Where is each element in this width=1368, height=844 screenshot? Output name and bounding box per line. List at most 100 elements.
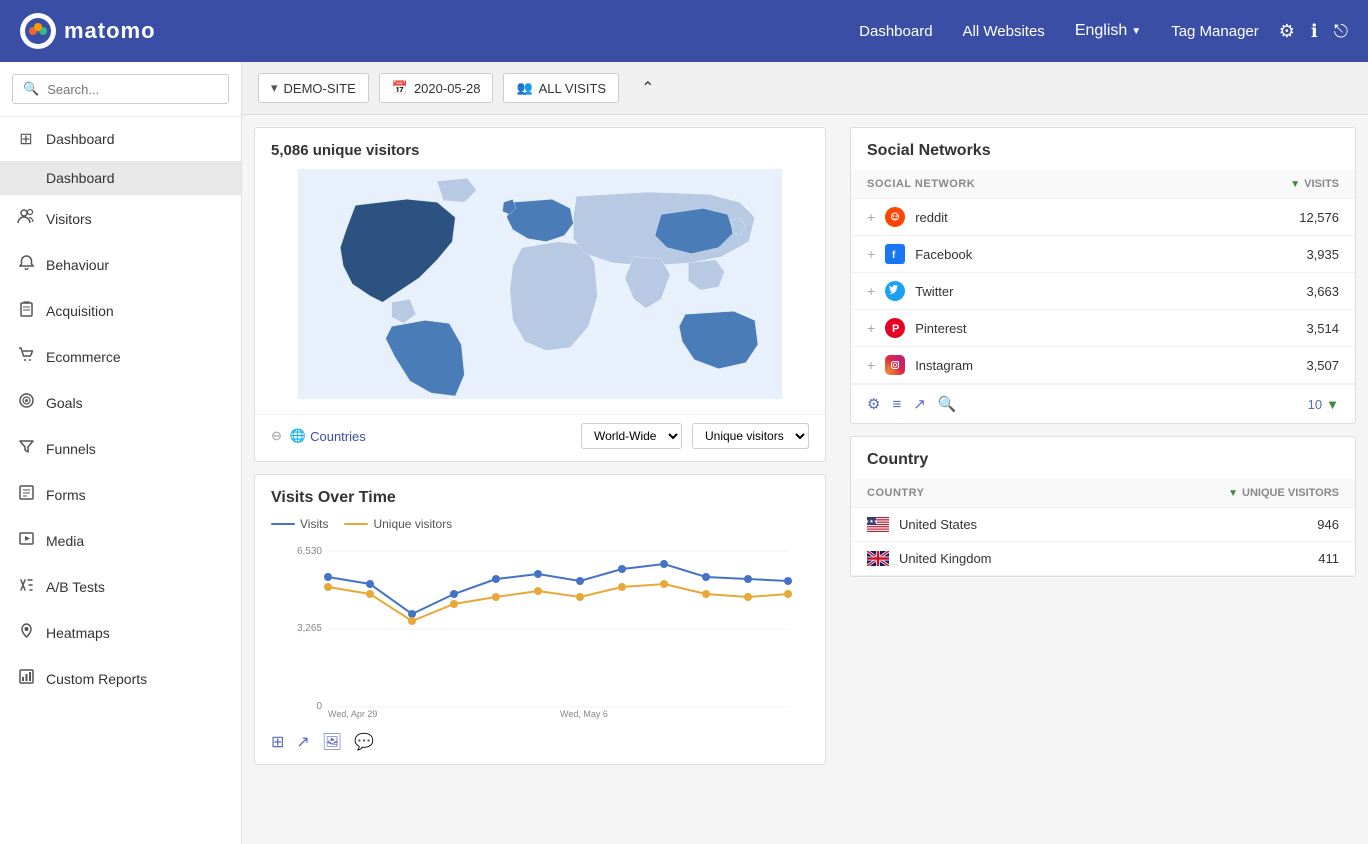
date-selector[interactable]: 📅 2020-05-28 [379, 73, 494, 103]
pinterest-icon: P [885, 318, 905, 338]
custom-reports-icon [16, 668, 36, 690]
metric-selector[interactable]: Unique visitors [692, 423, 809, 449]
settings-icon[interactable]: ⚙ [1279, 21, 1295, 42]
sidebar: 🔍 ⊞ Dashboard Dashboard [0, 62, 242, 844]
nav-tag-manager[interactable]: Tag Manager [1171, 23, 1259, 40]
people-icon: 👥 [516, 80, 532, 96]
svg-text:6,530: 6,530 [297, 546, 322, 557]
country-row-uk: United Kingdom 411 [851, 542, 1355, 576]
export-icon-social[interactable]: ↗ [913, 395, 926, 413]
collapse-button[interactable]: ⌃ [629, 72, 666, 104]
sidebar-nav: ⊞ Dashboard Dashboard Visitors [0, 117, 241, 844]
sidebar-item-dashboard-sub[interactable]: Dashboard [0, 161, 241, 195]
dashboard-content: 5,086 unique visitors [242, 115, 1368, 844]
sidebar-item-acquisition[interactable]: Acquisition [0, 288, 241, 334]
col-country: COUNTRY [867, 487, 924, 499]
table-view-icon[interactable]: ≡ [892, 396, 901, 413]
bell-icon [16, 254, 36, 276]
sidebar-item-custom-reports[interactable]: Custom Reports [0, 656, 241, 702]
gear-icon-social[interactable]: ⚙ [867, 395, 880, 413]
social-networks-title: Social Networks [851, 128, 1355, 170]
social-row-instagram: + [851, 347, 1355, 384]
target-icon [16, 392, 36, 414]
sidebar-item-visitors[interactable]: Visitors [0, 195, 241, 242]
chart-legend: Visits Unique visitors [271, 517, 809, 531]
image-icon[interactable]: 🖼 [322, 732, 342, 752]
segment-selector[interactable]: 👥 ALL VISITS [503, 73, 619, 103]
social-table-header: SOCIAL NETWORK ▼ VISITS [851, 170, 1355, 199]
country-card: Country COUNTRY ▼ UNIQUE VISITORS [850, 436, 1356, 577]
sidebar-item-dashboard[interactable]: ⊞ Dashboard [0, 117, 241, 161]
sidebar-item-heatmaps[interactable]: Heatmaps [0, 610, 241, 656]
scope-selector[interactable]: World-Wide [581, 423, 682, 449]
col-network: SOCIAL NETWORK [867, 178, 975, 190]
sidebar-item-behaviour[interactable]: Behaviour [0, 242, 241, 288]
sidebar-item-media[interactable]: Media [0, 518, 241, 564]
sidebar-item-funnels[interactable]: Funnels [0, 426, 241, 472]
left-column: 5,086 unique visitors [242, 115, 838, 844]
table-icon[interactable]: ⊞ [271, 732, 284, 752]
logo-area[interactable]: matomo [20, 13, 156, 49]
pagination-arrow-icon[interactable]: ▼ [1326, 397, 1339, 412]
funnel-icon [16, 438, 36, 460]
nav-links: Dashboard All Websites English ▼ Tag Man… [859, 22, 1259, 40]
plus-icon-pinterest[interactable]: + [867, 320, 875, 336]
svg-text:Wed, Apr 29: Wed, Apr 29 [328, 709, 377, 719]
world-map [271, 169, 809, 399]
top-navigation: matomo Dashboard All Websites English ▼ … [0, 0, 1368, 62]
line-chart-svg: 6,530 3,265 0 Wed, Apr 29 Wed, May 6 [271, 539, 809, 719]
logout-icon[interactable]: ⎋ [1334, 21, 1348, 42]
social-row-facebook: + f Facebook 3,935 [851, 236, 1355, 273]
facebook-icon: f [885, 244, 905, 264]
media-icon [16, 530, 36, 552]
uk-flag [867, 551, 889, 566]
twitter-icon [885, 281, 905, 301]
social-row-pinterest: + P Pinterest 3,514 [851, 310, 1355, 347]
chart-footer-icons: ⊞ ↗ 🖼 💬 [255, 724, 825, 764]
search-area: 🔍 [0, 62, 241, 117]
sidebar-item-ab-tests[interactable]: A/B Tests [0, 564, 241, 610]
country-title: Country [851, 437, 1355, 479]
svg-text:3,265: 3,265 [297, 623, 322, 634]
sidebar-item-ecommerce[interactable]: Ecommerce [0, 334, 241, 380]
zoom-minus-icon[interactable]: ⊖ [271, 428, 282, 444]
forms-icon [16, 484, 36, 506]
search-icon: 🔍 [23, 81, 39, 97]
search-icon-social[interactable]: 🔍 [938, 395, 957, 413]
globe-icon: 🌐 [290, 428, 306, 444]
plus-icon-instagram[interactable]: + [867, 357, 875, 373]
sort-arrow-icon: ▼ [1290, 179, 1300, 190]
us-flag: ★★★ [867, 517, 889, 532]
legend-unique: Unique visitors [344, 517, 452, 531]
countries-link[interactable]: 🌐 Countries [290, 428, 366, 444]
search-input[interactable] [47, 82, 218, 97]
country-table-header: COUNTRY ▼ UNIQUE VISITORS [851, 479, 1355, 508]
sidebar-item-forms[interactable]: Forms [0, 472, 241, 518]
plus-icon-reddit[interactable]: + [867, 209, 875, 225]
nav-dashboard[interactable]: Dashboard [859, 23, 932, 40]
map-footer: ⊖ 🌐 Countries World-Wide Unique vi [255, 414, 825, 461]
search-wrap[interactable]: 🔍 [12, 74, 229, 104]
share-icon[interactable]: ↗ [296, 732, 309, 752]
site-selector[interactable]: ▾ DEMO-SITE [258, 73, 369, 103]
social-footer-icons: ⚙ ≡ ↗ 🔍 10 ▼ [851, 384, 1355, 423]
info-icon[interactable]: ℹ [1311, 21, 1318, 42]
svg-text:★★★: ★★★ [867, 519, 879, 525]
brand-name: matomo [64, 18, 156, 44]
visitors-icon [16, 207, 36, 230]
social-networks-card: Social Networks SOCIAL NETWORK ▼ VISITS … [850, 127, 1356, 424]
legend-visits: Visits [271, 517, 328, 531]
sort-arrow-country-icon: ▼ [1228, 488, 1238, 499]
sidebar-item-goals[interactable]: Goals [0, 380, 241, 426]
comment-icon[interactable]: 💬 [354, 732, 374, 752]
reddit-icon [885, 207, 905, 227]
col-unique-visitors: ▼ UNIQUE VISITORS [1228, 487, 1339, 499]
cart-icon [16, 346, 36, 368]
plus-icon-facebook[interactable]: + [867, 246, 875, 262]
svg-text:0: 0 [316, 701, 322, 712]
clipboard-icon [16, 300, 36, 322]
plus-icon-twitter[interactable]: + [867, 283, 875, 299]
nav-all-websites[interactable]: All Websites [963, 23, 1045, 40]
nav-language[interactable]: English ▼ [1075, 22, 1141, 40]
social-row-reddit: + reddit [851, 199, 1355, 236]
